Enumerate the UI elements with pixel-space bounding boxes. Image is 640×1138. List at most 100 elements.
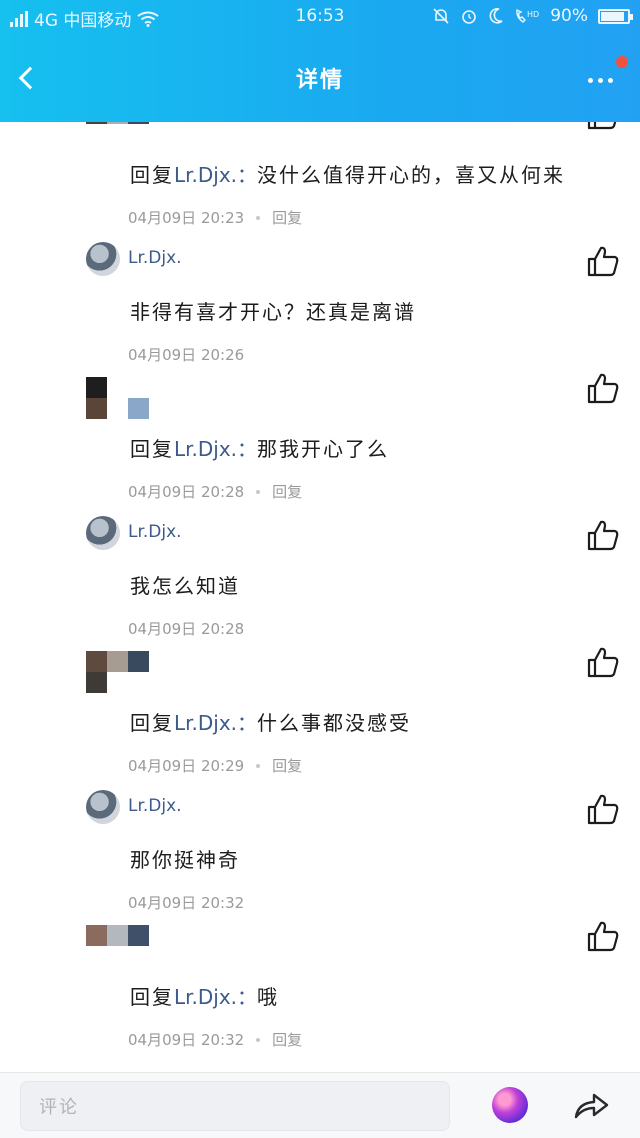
reply-button[interactable]: 回复 bbox=[272, 481, 302, 502]
more-button[interactable] bbox=[578, 60, 622, 100]
mosaic-tile bbox=[107, 122, 128, 124]
mosaic-tile bbox=[107, 672, 128, 693]
comment-item: Lr.Djx. 我怎么知道 04月09日 20:28 bbox=[0, 508, 640, 645]
username[interactable]: Lr.Djx. bbox=[128, 248, 182, 268]
username[interactable]: Lr.Djx. bbox=[128, 522, 182, 542]
thumbs-up-icon[interactable] bbox=[586, 645, 620, 679]
reply-mention[interactable]: Lr.Djx.： bbox=[174, 985, 257, 1009]
comment-time: 04月09日 20:32 bbox=[128, 1031, 245, 1049]
comment-item: 回复Lr.Djx.：什么事都没感受 04月09日 20:29 回复 bbox=[0, 645, 640, 782]
comment-meta: 04月09日 20:28 bbox=[128, 618, 244, 639]
meta-separator bbox=[256, 489, 261, 494]
comment-time: 04月09日 20:28 bbox=[128, 620, 245, 638]
reply-prefix: 回复 bbox=[130, 985, 174, 1009]
more-dot bbox=[607, 77, 613, 83]
comment-list: 回复Lr.Djx.：没什么值得开心的，喜又从何来 04月09日 20:23 回复 Lr… bbox=[0, 122, 640, 1072]
top-bar: 4G 中国移动 16:53 HD 90% 详情 bbox=[0, 0, 640, 122]
thumbs-up-icon[interactable] bbox=[586, 371, 620, 405]
comment-text: 回复Lr.Djx.：什么事都没感受 bbox=[130, 707, 411, 736]
comment-meta: 04月09日 20:28 回复 bbox=[128, 481, 302, 502]
reply-prefix: 回复 bbox=[130, 437, 174, 461]
comment-item: 回复Lr.Djx.：那我开心了么 04月09日 20:28 回复 bbox=[0, 371, 640, 508]
reply-button[interactable]: 回复 bbox=[272, 207, 302, 228]
thumbs-up-icon[interactable] bbox=[586, 518, 620, 552]
mosaic-tile bbox=[128, 651, 149, 672]
battery-percent: 90% bbox=[550, 6, 588, 26]
reply-mention[interactable]: Lr.Djx.： bbox=[174, 163, 257, 187]
comment-input[interactable]: 评论 bbox=[20, 1081, 450, 1131]
status-right: HD 90% bbox=[432, 6, 633, 26]
mosaic-tile bbox=[86, 925, 107, 946]
comment-body: 非得有喜才开心？还真是离谱 bbox=[130, 300, 416, 324]
avatar[interactable] bbox=[86, 242, 120, 276]
meta-separator bbox=[256, 215, 261, 220]
mute-bell-icon bbox=[433, 8, 449, 24]
comment-time: 04月09日 20:29 bbox=[128, 757, 245, 775]
notification-dot bbox=[616, 56, 628, 68]
blurred-avatar[interactable] bbox=[86, 377, 149, 419]
reply-mention[interactable]: Lr.Djx.： bbox=[174, 437, 257, 461]
thumbs-up-icon[interactable] bbox=[586, 792, 620, 826]
comment-body: 我怎么知道 bbox=[130, 574, 240, 598]
share-arrow-icon[interactable] bbox=[572, 1089, 610, 1121]
svg-text:HD: HD bbox=[527, 10, 539, 19]
reply-prefix: 回复 bbox=[130, 163, 174, 187]
comment-body: 什么事都没感受 bbox=[257, 711, 412, 735]
avatar[interactable] bbox=[86, 790, 120, 824]
comment-item: Lr.Djx. 非得有喜才开心？还真是离谱 04月09日 20:26 bbox=[0, 234, 640, 371]
more-dot bbox=[587, 77, 593, 83]
comment-meta: 04月09日 20:29 回复 bbox=[128, 755, 302, 776]
mosaic-tile bbox=[86, 377, 107, 398]
emoji-orb-icon[interactable] bbox=[492, 1087, 528, 1123]
bottom-bar: 评论 bbox=[0, 1072, 640, 1138]
reply-mention[interactable]: Lr.Djx.： bbox=[174, 711, 257, 735]
meta-separator bbox=[256, 1037, 261, 1042]
mosaic-tile bbox=[107, 377, 128, 398]
username[interactable]: Lr.Djx. bbox=[128, 796, 182, 816]
meta-separator bbox=[256, 763, 261, 768]
alarm-icon bbox=[462, 10, 477, 24]
mosaic-tile bbox=[107, 925, 128, 946]
mosaic-tile bbox=[86, 672, 107, 693]
avatar[interactable] bbox=[86, 516, 120, 550]
comment-text: 回复Lr.Djx.：那我开心了么 bbox=[130, 433, 389, 462]
nav-bar: 详情 bbox=[0, 52, 640, 108]
comment-meta: 04月09日 20:32 bbox=[128, 892, 244, 913]
blurred-avatar[interactable] bbox=[86, 925, 149, 946]
comment-time: 04月09日 20:26 bbox=[128, 346, 245, 364]
comment-item: 回复Lr.Djx.：没什么值得开心的，喜又从何来 04月09日 20:23 回复 bbox=[0, 122, 640, 234]
battery-level bbox=[601, 11, 625, 21]
reply-button[interactable]: 回复 bbox=[272, 755, 302, 776]
comment-body: 没什么值得开心的，喜又从何来 bbox=[257, 163, 566, 187]
blurred-avatar[interactable] bbox=[86, 122, 149, 124]
mosaic-tile bbox=[128, 398, 149, 419]
mosaic-tile bbox=[86, 651, 107, 672]
comment-text: 我怎么知道 bbox=[130, 570, 240, 599]
reply-prefix: 回复 bbox=[130, 711, 174, 735]
call-hd-icon: HD bbox=[516, 8, 539, 23]
mosaic-tile bbox=[86, 122, 107, 124]
blurred-avatar[interactable] bbox=[86, 651, 149, 693]
comment-time: 04月09日 20:32 bbox=[128, 894, 245, 912]
comment-text: 回复Lr.Djx.：没什么值得开心的，喜又从何来 bbox=[130, 159, 565, 188]
battery-icon bbox=[598, 8, 633, 24]
thumbs-up-icon[interactable] bbox=[586, 122, 620, 131]
mosaic-tile bbox=[128, 122, 149, 124]
more-dot bbox=[597, 77, 603, 83]
comment-time: 04月09日 20:23 bbox=[128, 209, 245, 227]
comment-text: 非得有喜才开心？还真是离谱 bbox=[130, 296, 416, 325]
mosaic-tile bbox=[128, 925, 149, 946]
comment-time: 04月09日 20:28 bbox=[128, 483, 245, 501]
moon-icon bbox=[489, 8, 503, 24]
page-title: 详情 bbox=[295, 68, 344, 93]
comment-meta: 04月09日 20:32 回复 bbox=[128, 1029, 302, 1050]
mosaic-tile bbox=[128, 672, 149, 693]
thumbs-up-icon[interactable] bbox=[586, 919, 620, 953]
mosaic-tile bbox=[128, 377, 149, 398]
comment-body: 那你挺神奇 bbox=[130, 848, 240, 872]
screen: 4G 中国移动 16:53 HD 90% 详情 回复Lr.Djx.：没什么值得开… bbox=[0, 0, 640, 1138]
comment-text: 那你挺神奇 bbox=[130, 844, 240, 873]
thumbs-up-icon[interactable] bbox=[586, 244, 620, 278]
reply-button[interactable]: 回复 bbox=[272, 1029, 302, 1050]
comment-body: 哦 bbox=[257, 985, 280, 1009]
